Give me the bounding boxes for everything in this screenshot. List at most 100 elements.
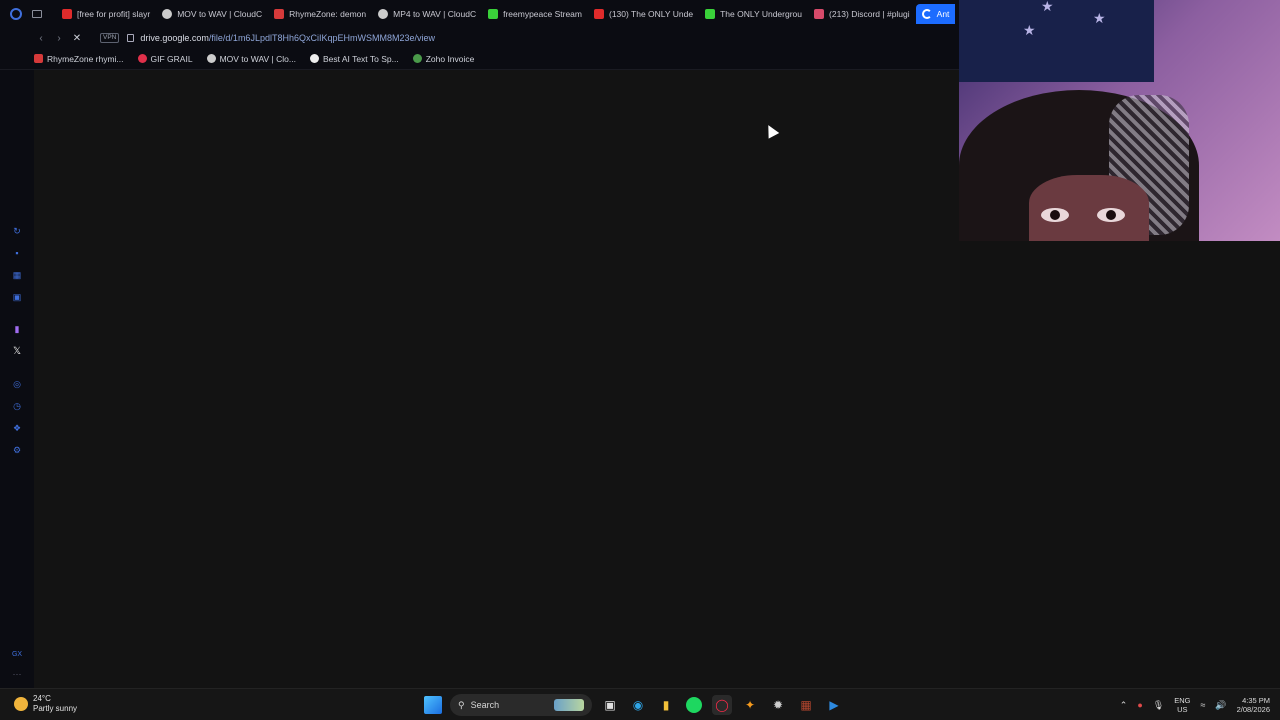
davinci-icon[interactable]: ✹ bbox=[768, 695, 788, 715]
star-icon: ★ bbox=[1041, 0, 1054, 14]
tab-favicon bbox=[162, 9, 173, 19]
browser-sidebar: ↻ ▪ ▦ ▣ ▮ 𝕏 ◎ ◷ ❖ ⚙ GX ⋯ bbox=[0, 70, 34, 688]
tab-favicon bbox=[274, 9, 285, 19]
tab-6[interactable]: The ONLY Undergrou bbox=[699, 4, 808, 24]
tab-2[interactable]: RhymeZone: demon bbox=[268, 4, 372, 24]
more-icon[interactable]: ⋯ bbox=[11, 668, 23, 680]
tab-title: [free for profit] slayr bbox=[77, 9, 151, 19]
search-highlight-art bbox=[554, 699, 584, 711]
tab-7[interactable]: (213) Discord | #plugi bbox=[808, 4, 916, 24]
clock-date: 2/08/2026 bbox=[1236, 705, 1270, 714]
x-icon[interactable]: 𝕏 bbox=[11, 345, 23, 357]
tab-title: The ONLY Undergrou bbox=[720, 9, 803, 19]
search-label: Search bbox=[470, 700, 500, 710]
forward-icon[interactable]: › bbox=[50, 29, 68, 47]
chevron-up-icon[interactable]: ⌃ bbox=[1120, 700, 1128, 711]
bookmark-2[interactable]: MOV to WAV | Clo... bbox=[206, 53, 296, 64]
messenger-icon[interactable]: ▣ bbox=[11, 291, 23, 303]
bookmark-favicon bbox=[309, 54, 319, 63]
back-icon[interactable]: ‹ bbox=[32, 29, 50, 47]
url-host: drive.google.com bbox=[140, 33, 209, 43]
lang-top: ENG bbox=[1174, 696, 1191, 705]
edge-icon[interactable]: ◉ bbox=[628, 695, 648, 715]
spotify-dot bbox=[686, 697, 702, 713]
bookmark-favicon bbox=[206, 54, 216, 63]
bookmark-4[interactable]: Zoho Invoice bbox=[412, 53, 475, 64]
opera-gx-icon[interactable] bbox=[10, 8, 22, 20]
twitch-icon[interactable]: ▮ bbox=[11, 323, 23, 335]
eye bbox=[1041, 208, 1069, 222]
tab-favicon bbox=[62, 9, 72, 19]
app-icon[interactable]: ▶ bbox=[824, 695, 844, 715]
bookmark-label: GIF GRAIL bbox=[150, 53, 193, 64]
settings-icon[interactable]: ⚙ bbox=[11, 444, 23, 456]
tab-1[interactable]: MOV to WAV | CloudC bbox=[156, 4, 268, 24]
browser-window: [free for profit] slayr MOV to WAV | Clo… bbox=[0, 0, 960, 688]
tab-favicon bbox=[488, 9, 499, 19]
taskbar-apps: ⚲ Search ▣ ◉ ▮ ◯ ✦ ✹ ▦ ▶ bbox=[424, 693, 844, 717]
history-icon[interactable]: ◷ bbox=[11, 400, 23, 412]
tray-app-icon[interactable]: ● bbox=[1137, 700, 1142, 710]
tab-favicon bbox=[594, 9, 604, 19]
webcam-overlay: ★ ★ ★ bbox=[959, 0, 1280, 241]
tab-menu-icon[interactable] bbox=[32, 10, 42, 18]
tab-favicon bbox=[705, 9, 716, 19]
lock-icon[interactable] bbox=[127, 34, 135, 42]
taskbar-search[interactable]: ⚲ Search bbox=[450, 694, 592, 716]
gx-icon[interactable]: GX bbox=[11, 648, 23, 660]
bookmark-3[interactable]: Best AI Text To Sp... bbox=[309, 54, 399, 64]
eye bbox=[1097, 208, 1125, 222]
tab-3[interactable]: MP4 to WAV | CloudC bbox=[372, 4, 482, 24]
language-indicator[interactable]: ENG US bbox=[1174, 696, 1190, 714]
tab-title: (130) The ONLY Unde bbox=[609, 9, 694, 19]
background-area bbox=[960, 241, 1280, 688]
bookmark-0[interactable]: RhymeZone rhymi... bbox=[34, 54, 124, 64]
system-tray: ⌃ ● 🎙 ENG US ≈ 🔊 4:35 PM 2/08/2026 bbox=[1120, 693, 1270, 717]
loading-spinner-icon bbox=[921, 9, 932, 19]
clock-time: 4:35 PM bbox=[1242, 696, 1270, 705]
bookmarks-bar: RhymeZone rhymi... GIF GRAIL MOV to WAV … bbox=[0, 48, 960, 70]
task-view-icon[interactable]: ▣ bbox=[600, 695, 620, 715]
stop-loading-icon[interactable]: ✕ bbox=[68, 29, 86, 47]
bookmark-1[interactable]: GIF GRAIL bbox=[137, 53, 193, 64]
news-icon[interactable]: ▦ bbox=[11, 269, 23, 281]
url-field[interactable]: drive.google.com/file/d/1m6JLpdlT8Hh6QxC… bbox=[140, 33, 435, 43]
player-icon[interactable]: ◎ bbox=[11, 378, 23, 390]
windows-start-icon[interactable] bbox=[424, 696, 442, 714]
volume-icon[interactable]: 🔊 bbox=[1215, 700, 1226, 711]
clock[interactable]: 4:35 PM 2/08/2026 bbox=[1237, 696, 1270, 714]
tab-title: RhymeZone: demon bbox=[289, 9, 367, 19]
taskbar: 24°C Partly sunny ⚲ Search ▣ ◉ ▮ ◯ ✦ ✹ ▦… bbox=[0, 688, 1280, 720]
tab-0[interactable]: [free for profit] slayr bbox=[56, 4, 156, 24]
flag-backdrop: ★ ★ ★ bbox=[959, 0, 1154, 82]
opera-gx-taskbar-icon[interactable]: ◯ bbox=[712, 695, 732, 715]
spotify-icon[interactable] bbox=[684, 695, 704, 715]
microphone-icon[interactable]: 🎙 bbox=[1153, 700, 1164, 711]
tab-8-active[interactable]: Ant bbox=[915, 4, 956, 24]
vpn-badge[interactable]: VPN bbox=[100, 33, 120, 43]
tab-title: Ant bbox=[936, 9, 950, 19]
tab-5[interactable]: (130) The ONLY Unde bbox=[588, 4, 699, 24]
winrar-icon[interactable]: ▦ bbox=[796, 695, 816, 715]
tab-bar-leading bbox=[0, 8, 56, 20]
wifi-icon[interactable]: ≈ bbox=[1200, 700, 1205, 710]
bookmark-favicon bbox=[137, 54, 147, 63]
fl-studio-icon[interactable]: ✦ bbox=[740, 695, 760, 715]
weather-sun-icon bbox=[14, 697, 28, 711]
page-content-loading bbox=[34, 70, 960, 688]
extensions-icon[interactable]: ❖ bbox=[11, 422, 23, 434]
lang-bottom: US bbox=[1177, 705, 1188, 714]
file-explorer-icon[interactable]: ▮ bbox=[656, 695, 676, 715]
tab-favicon bbox=[814, 9, 825, 19]
star-icon: ★ bbox=[1023, 22, 1036, 38]
tab-4[interactable]: freemypeace Stream bbox=[482, 4, 588, 24]
refresh-icon[interactable]: ↻ bbox=[11, 225, 23, 237]
bookmark-label: MOV to WAV | Clo... bbox=[219, 53, 296, 64]
bookmark-label: Zoho Invoice bbox=[425, 53, 475, 64]
star-icon: ★ bbox=[1093, 10, 1106, 26]
cart-icon[interactable]: ▪ bbox=[11, 247, 23, 259]
tab-title: (213) Discord | #plugi bbox=[829, 9, 910, 19]
tab-bar: [free for profit] slayr MOV to WAV | Clo… bbox=[0, 0, 960, 28]
weather-widget[interactable]: 24°C Partly sunny bbox=[14, 694, 77, 714]
tab-title: MP4 to WAV | CloudC bbox=[393, 9, 477, 19]
